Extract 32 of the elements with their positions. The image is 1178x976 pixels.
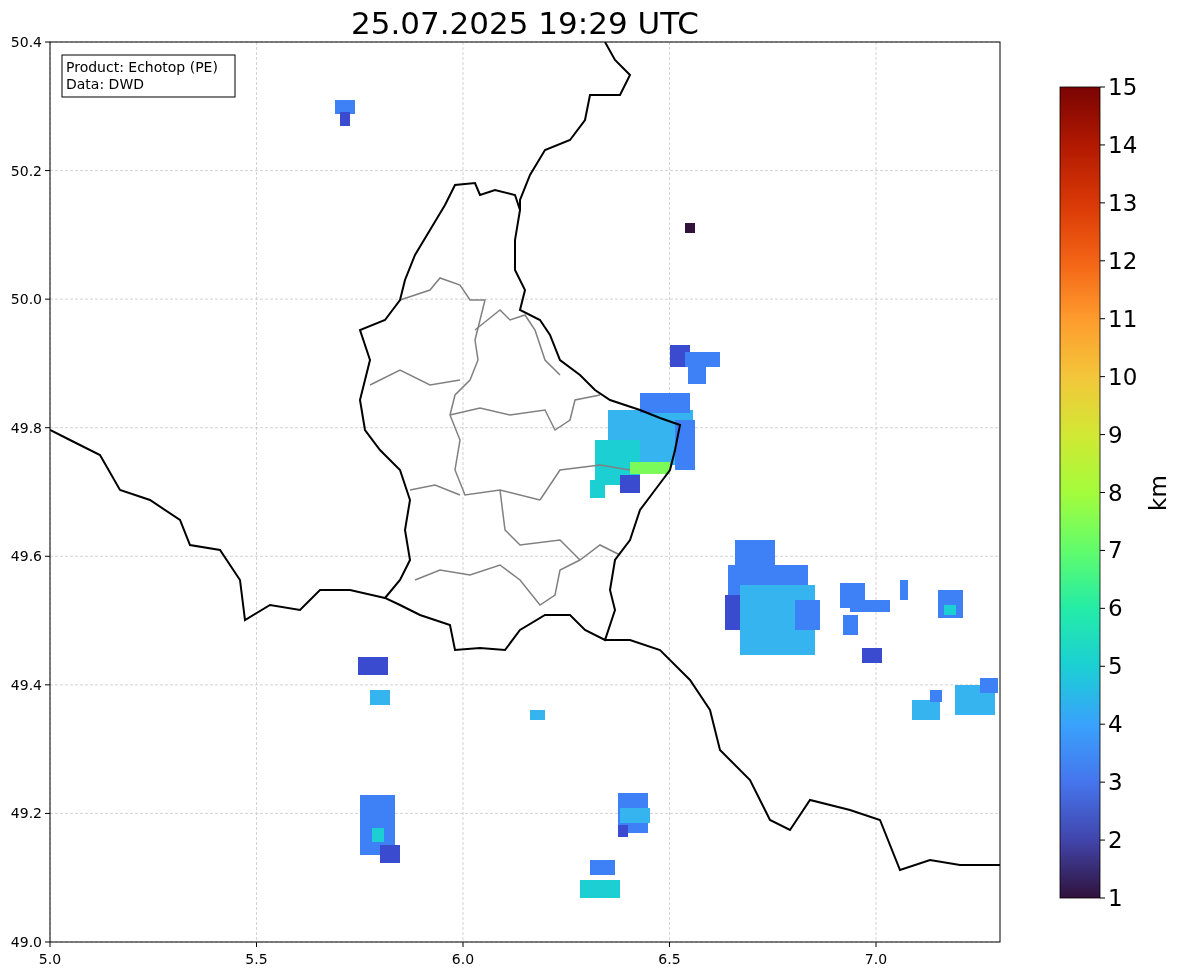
info-text: Product: Echotop (PE) [66,59,218,75]
colorbar-label: 7 [1108,537,1123,564]
info-text: Data: DWD [66,76,144,92]
colorbar-label: 3 [1108,769,1123,796]
x-axis-label: 5.0 [38,951,62,967]
colorbar-label: 12 [1108,247,1138,274]
chart-title: 25.07.2025 19:29 UTC [351,5,699,41]
y-axis-label: 50.0 [10,291,42,308]
colorbar-title: km [1145,475,1171,511]
colorbar-label: 6 [1108,595,1123,622]
colorbar-label: 11 [1108,305,1138,332]
x-axis-label: 6.5 [658,951,681,967]
y-axis-label: 49.0 [10,934,42,950]
x-axis-label: 7.0 [864,951,888,967]
x-axis-label: 6.0 [451,951,475,967]
colorbar-label: 2 [1108,827,1123,854]
colorbar-label: 8 [1108,479,1123,506]
colorbar-label: 14 [1108,131,1138,158]
colorbar-label: 9 [1108,421,1123,448]
y-axis-label: 49.4 [10,676,42,693]
colorbar-label: 5 [1108,653,1123,680]
y-axis-label: 49.6 [10,548,42,565]
colorbar-label: 13 [1108,189,1138,216]
colorbar-label: 1 [1108,885,1123,911]
y-axis-label: 49.2 [10,805,42,822]
colorbar-label: 4 [1108,711,1123,738]
colorbar-label: 10 [1108,363,1138,390]
y-axis-label: 50.4 [10,34,42,50]
colorbar-label: 15 [1108,74,1138,100]
x-axis-label: 5.5 [245,951,268,967]
y-axis-label: 49.8 [10,419,42,436]
y-axis-label: 50.2 [10,162,42,179]
